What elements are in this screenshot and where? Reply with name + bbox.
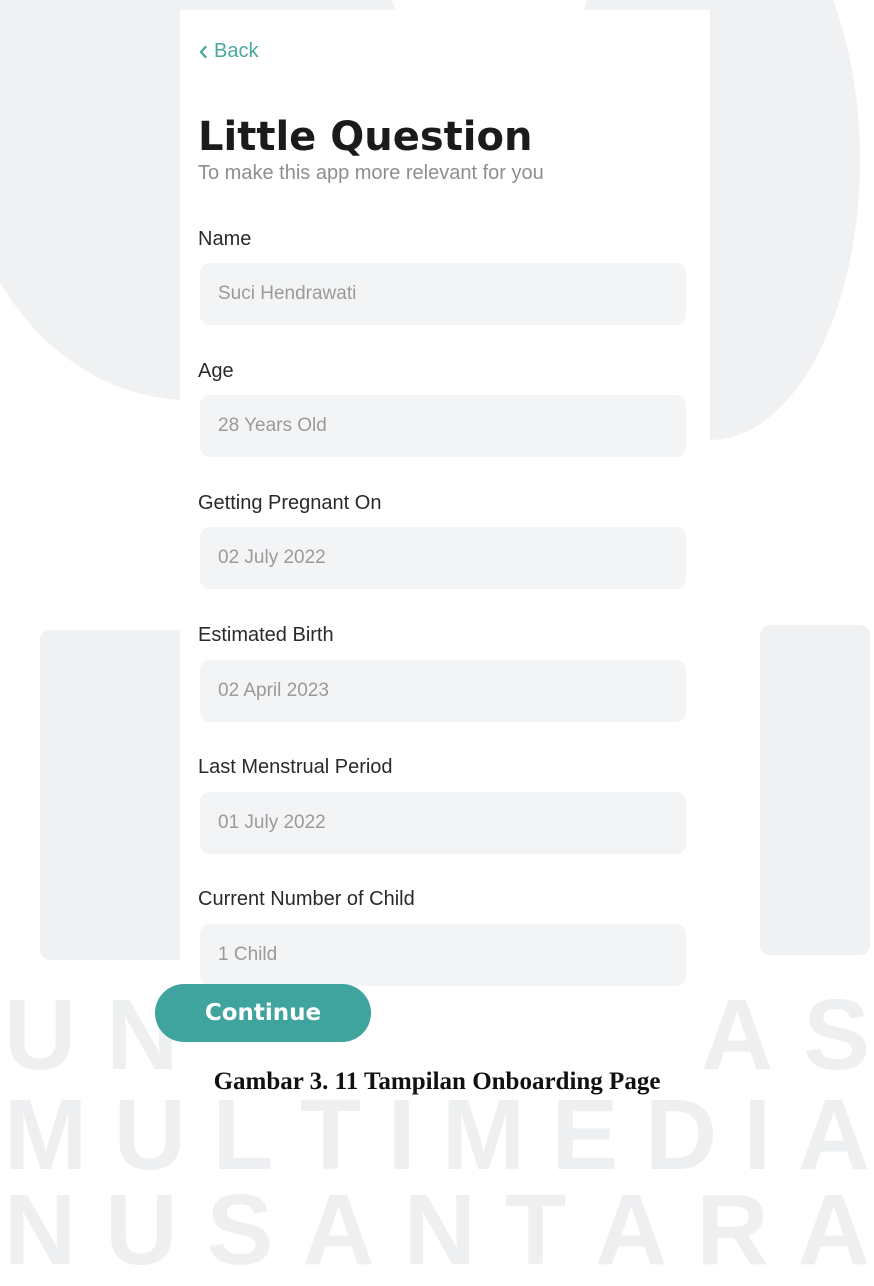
estimated-birth-label: Estimated Birth bbox=[198, 624, 334, 646]
back-button[interactable]: Back bbox=[198, 40, 258, 63]
chevron-left-icon bbox=[198, 45, 208, 59]
onboarding-screen: Back Little Question To make this app mo… bbox=[180, 10, 710, 1010]
watermark-letter: A bbox=[797, 1079, 870, 1191]
figure-caption: Gambar 3. 11 Tampilan Onboarding Page bbox=[213, 1068, 661, 1095]
watermark-letter: N bbox=[4, 1174, 77, 1286]
child-count-label: Current Number of Child bbox=[198, 888, 415, 910]
age-field[interactable] bbox=[200, 395, 686, 457]
watermark-letter: U bbox=[105, 1174, 178, 1286]
watermark-row: M U L T I M E D I A bbox=[0, 1085, 874, 1185]
name-label: Name bbox=[198, 228, 252, 250]
pregnancy-date-field[interactable] bbox=[200, 527, 686, 589]
watermark-shape bbox=[760, 625, 870, 955]
watermark-letter: I bbox=[387, 1079, 416, 1191]
watermark-letter: E bbox=[551, 1079, 619, 1191]
back-label: Back bbox=[214, 40, 259, 62]
watermark-letter: R bbox=[696, 1174, 769, 1286]
age-label: Age bbox=[198, 360, 234, 382]
estimated-birth-field[interactable] bbox=[200, 660, 686, 722]
watermark-letter: A bbox=[595, 1174, 668, 1286]
last-period-label: Last Menstrual Period bbox=[198, 756, 393, 778]
watermark-letter: L bbox=[212, 1079, 274, 1191]
continue-button[interactable]: Continue bbox=[155, 984, 371, 1042]
watermark-letter: M bbox=[4, 1079, 88, 1191]
watermark-row: N U S A N T A R A bbox=[0, 1180, 874, 1280]
watermark-letter: M bbox=[441, 1079, 526, 1191]
watermark-letter: T bbox=[300, 1079, 362, 1191]
child-count-field[interactable] bbox=[200, 924, 686, 986]
page-subtitle: To make this app more relevant for you bbox=[198, 162, 544, 184]
watermark-letter: S bbox=[206, 1174, 274, 1286]
watermark-letter: I bbox=[743, 1079, 772, 1191]
watermark-letter: U bbox=[113, 1079, 186, 1191]
watermark-letter: T bbox=[504, 1174, 567, 1286]
last-period-field[interactable] bbox=[200, 792, 686, 854]
watermark-letter: D bbox=[644, 1079, 718, 1191]
pregnancy-date-label: Getting Pregnant On bbox=[198, 492, 382, 514]
watermark-letter: A bbox=[302, 1174, 375, 1286]
name-field[interactable] bbox=[200, 263, 686, 325]
watermark-letter: A bbox=[797, 1174, 870, 1286]
watermark-letter: N bbox=[403, 1174, 476, 1286]
page-title: Little Question bbox=[198, 114, 533, 160]
